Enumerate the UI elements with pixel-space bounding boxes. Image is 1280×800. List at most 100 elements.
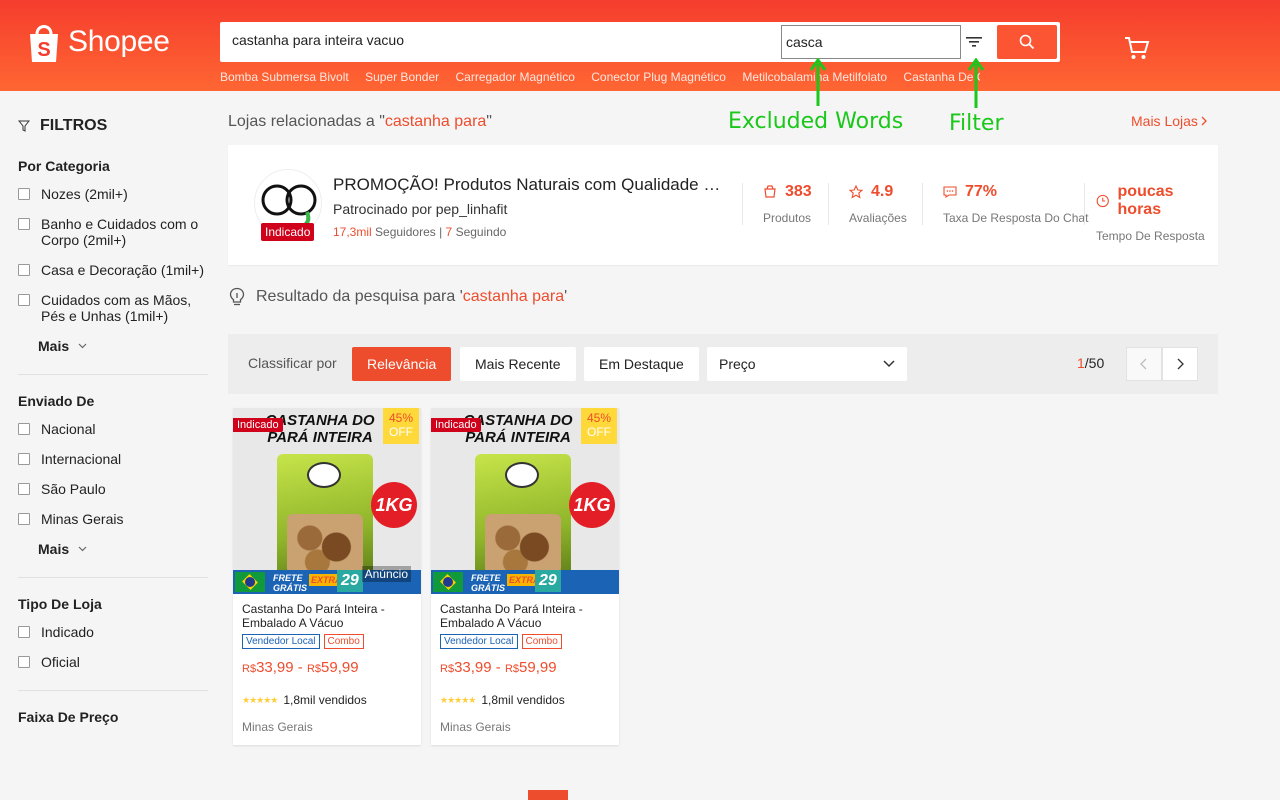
stat-rating: 4.9 Avaliações xyxy=(828,183,907,225)
page-counter: 1/50 xyxy=(1077,355,1105,371)
pagination-current-page[interactable] xyxy=(528,790,568,800)
search-suggestions: Bomba Submersa Bivolt Super Bonder Carre… xyxy=(220,70,980,84)
svg-text:S: S xyxy=(37,39,50,61)
preferred-badge: Indicado xyxy=(233,418,283,432)
filter-option[interactable]: São Paulo xyxy=(18,481,208,497)
product-price: R$33,99 - R$59,99 xyxy=(440,659,557,676)
product-location: Minas Gerais xyxy=(242,720,313,734)
divider xyxy=(18,690,208,691)
shop-card[interactable]: Indicado PROMOÇÃO! Produtos Naturais com… xyxy=(228,145,1218,265)
product-bag-illustration xyxy=(475,454,571,582)
filters-heading: FILTROS xyxy=(18,110,208,142)
filter-option[interactable]: Internacional xyxy=(18,451,208,467)
more-locations-button[interactable]: Mais xyxy=(38,541,208,557)
divider xyxy=(18,374,208,375)
filter-option[interactable]: Cuidados com as Mãos, Pés e Unhas (1mil+… xyxy=(18,292,208,324)
shopee-logo[interactable]: S Shopee xyxy=(26,20,170,64)
chevron-down-icon xyxy=(78,546,87,552)
checkbox[interactable] xyxy=(18,264,30,276)
cart-button[interactable] xyxy=(1124,35,1150,66)
excluded-words-input[interactable]: casca xyxy=(781,25,961,59)
shopping-bag-icon: S xyxy=(30,25,58,62)
product-rating: ★★★★★ 1,8mil vendidos xyxy=(242,693,367,707)
clock-icon xyxy=(1096,194,1109,208)
rating-stars-icon: ★★★★★ xyxy=(440,694,476,705)
hint-link[interactable]: Carregador Magnético xyxy=(455,70,574,84)
hint-link[interactable]: Bomba Submersa Bivolt xyxy=(220,70,349,84)
filter-option[interactable]: Casa e Decoração (1mil+) xyxy=(18,262,208,278)
section-title-category: Por Categoria xyxy=(18,158,110,174)
product-card[interactable]: CASTANHA DO PARÁ INTEIRA 1KG FRETE GRÁTI… xyxy=(233,408,421,745)
filter-option[interactable]: Banho e Cuidados com o Corpo (2mil+) xyxy=(18,216,208,248)
checkbox[interactable] xyxy=(18,453,30,465)
chevron-down-icon xyxy=(883,360,895,368)
combo-tag: Combo xyxy=(323,634,364,649)
section-title-store-type: Tipo De Loja xyxy=(18,596,102,612)
checkbox[interactable] xyxy=(18,626,30,638)
shop-followers: 17,3mil Seguidores | 7 Seguindo xyxy=(333,225,507,239)
product-location: Minas Gerais xyxy=(440,720,511,734)
sort-featured-button[interactable]: Em Destaque xyxy=(584,347,699,381)
lightbulb-icon xyxy=(229,287,245,306)
filter-option[interactable]: Minas Gerais xyxy=(18,511,208,527)
filter-option[interactable]: Indicado xyxy=(18,624,208,640)
next-page-button[interactable] xyxy=(1162,347,1198,381)
checkbox[interactable] xyxy=(18,218,30,230)
checkbox[interactable] xyxy=(18,513,30,525)
header: S Shopee castanha para inteira vacuo cas… xyxy=(0,0,1280,91)
shop-icon xyxy=(764,185,776,198)
annotation-filter: Filter xyxy=(949,111,1004,136)
hint-link[interactable]: Super Bonder xyxy=(365,70,439,84)
discount-badge: 45% OFF xyxy=(581,408,617,444)
checkbox[interactable] xyxy=(18,656,30,668)
sort-recent-button[interactable]: Mais Recente xyxy=(460,347,576,381)
stat-response-time: poucas horas Tempo De Resposta xyxy=(1084,183,1218,243)
local-seller-tag: Vendedor Local xyxy=(242,634,320,649)
sort-relevance-button[interactable]: Relevância xyxy=(352,347,452,381)
filter-option[interactable]: Nozes (2mil+) xyxy=(18,186,208,202)
product-tags: Vendedor Local Combo xyxy=(440,634,566,649)
weight-badge: 1KG xyxy=(569,482,615,528)
shop-preferred-badge: Indicado xyxy=(261,223,315,241)
search-result-heading: Resultado da pesquisa para ' castanha par… xyxy=(228,287,567,307)
star-outline-icon xyxy=(849,185,863,199)
free-shipping-banner: FRETE GRÁTIS EXTRA 29 xyxy=(431,570,619,594)
hint-link[interactable]: Conector Plug Magnético xyxy=(591,70,726,84)
search-input[interactable]: castanha para inteira vacuo xyxy=(232,32,404,48)
checkbox[interactable] xyxy=(18,188,30,200)
filter-option[interactable]: Oficial xyxy=(18,654,208,670)
search-icon xyxy=(1019,34,1035,50)
stat-products: 383 Produtos xyxy=(742,183,812,225)
price-sort-select[interactable]: Preço xyxy=(707,347,907,381)
logo-text: Shopee xyxy=(68,25,170,58)
chevron-right-icon xyxy=(1201,116,1207,126)
chevron-down-icon xyxy=(78,343,87,349)
rating-stars-icon: ★★★★★ xyxy=(242,694,278,705)
prev-page-button[interactable] xyxy=(1126,347,1162,381)
shop-sponsor: Patrocinado por pep_linhafit xyxy=(333,201,508,217)
checkbox[interactable] xyxy=(18,483,30,495)
discount-badge: 45% OFF xyxy=(383,408,419,444)
funnel-icon xyxy=(18,120,30,132)
divider xyxy=(18,577,208,578)
filter-button[interactable] xyxy=(962,30,986,54)
product-tags: Vendedor Local Combo xyxy=(242,634,368,649)
stat-chat-response: 77% Taxa De Resposta Do Chat xyxy=(922,183,1088,225)
weight-badge: 1KG xyxy=(371,482,417,528)
product-name: Castanha Do Pará Inteira - Embalado A Vá… xyxy=(440,602,583,630)
checkbox[interactable] xyxy=(18,423,30,435)
filter-arrow-icon xyxy=(968,58,984,108)
shop-name[interactable]: PROMOÇÃO! Produtos Naturais com Qualidad… xyxy=(333,175,723,195)
product-name: Castanha Do Pará Inteira - Embalado A Vá… xyxy=(242,602,385,630)
search-button[interactable] xyxy=(997,25,1057,59)
local-seller-tag: Vendedor Local xyxy=(440,634,518,649)
filter-option[interactable]: Nacional xyxy=(18,421,208,437)
checkbox[interactable] xyxy=(18,294,30,306)
more-shops-link[interactable]: Mais Lojas xyxy=(1131,113,1210,129)
more-categories-button[interactable]: Mais xyxy=(38,338,208,354)
product-card[interactable]: CASTANHA DO PARÁ INTEIRA 1KG FRETE GRÁTI… xyxy=(431,408,619,745)
sort-label: Classificar por xyxy=(248,355,337,371)
product-bag-illustration xyxy=(277,454,373,582)
excluded-words-arrow-icon xyxy=(810,58,826,106)
section-title-price-range: Faixa De Preço xyxy=(18,709,119,725)
